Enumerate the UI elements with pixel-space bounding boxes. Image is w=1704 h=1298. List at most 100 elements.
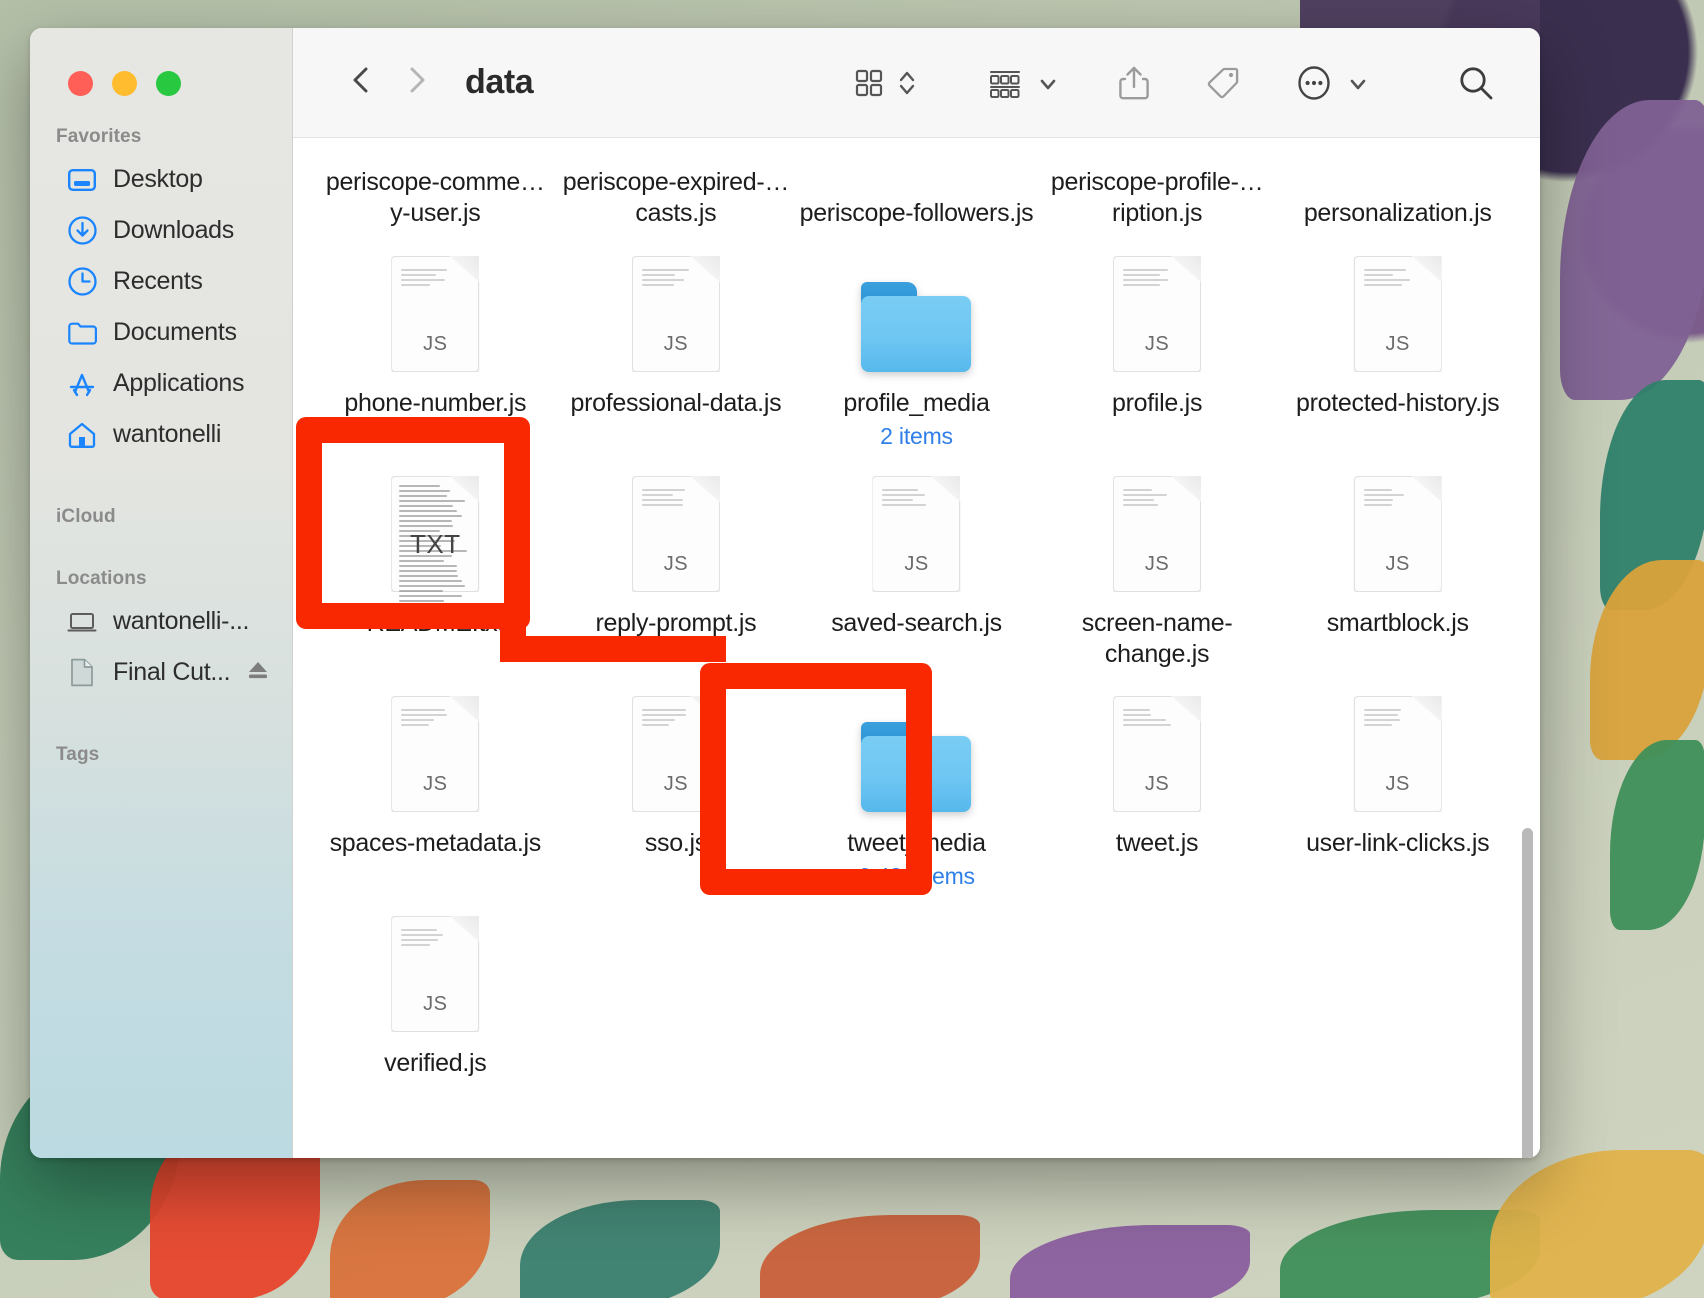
main-pane: data xyxy=(293,28,1540,1158)
js-file-icon: JS xyxy=(1354,464,1442,592)
js-file-icon: JS xyxy=(391,684,479,812)
chevron-up-down-icon xyxy=(897,66,917,100)
file-item[interactable]: periscope-followers.js xyxy=(796,138,1037,234)
file-name-label: spaces-metadata.js xyxy=(330,828,541,859)
sidebar-item-wantonelli-device[interactable]: wantonelli-... xyxy=(40,596,282,647)
js-file-icon: JS xyxy=(391,904,479,1032)
file-item[interactable]: JSverified.js xyxy=(315,894,556,1114)
file-name-label: tweet_media xyxy=(847,828,985,859)
file-name-label: periscope-comme…y-user.js xyxy=(318,167,553,228)
toolbar: data xyxy=(293,28,1540,138)
js-file-icon: JS xyxy=(872,464,960,592)
file-name-label: protected-history.js xyxy=(1296,388,1499,419)
folder-item-count: 6,482 items xyxy=(858,863,975,890)
share-button[interactable] xyxy=(1100,55,1168,111)
js-file-icon: JS xyxy=(1113,464,1201,592)
window-controls xyxy=(30,44,292,96)
file-item[interactable]: periscope-expired-…casts.js xyxy=(556,138,797,234)
file-item[interactable]: JS screen-name-change.js xyxy=(1037,454,1278,674)
view-options-button[interactable] xyxy=(835,55,934,111)
search-icon xyxy=(1457,64,1495,102)
grid-view-icon xyxy=(852,66,886,100)
file-item[interactable]: JStweet.js xyxy=(1037,674,1278,894)
file-grid-container[interactable]: periscope-comme…y-user.jsperiscope-expir… xyxy=(293,138,1540,1158)
applications-icon xyxy=(66,369,98,399)
file-item[interactable]: JSprofile.js xyxy=(1037,234,1278,454)
js-file-icon: JS xyxy=(1354,684,1442,812)
js-file-icon: JS xyxy=(1113,684,1201,812)
file-name-label: user-link-clicks.js xyxy=(1306,828,1489,859)
toolbar-actions xyxy=(835,55,1512,111)
sidebar-item-documents[interactable]: Documents xyxy=(40,307,282,358)
wallpaper-leaf xyxy=(1610,740,1704,930)
file-item[interactable]: JS protected-history.js xyxy=(1277,234,1518,454)
file-name-label: periscope-expired-…casts.js xyxy=(558,167,793,228)
sidebar-item-wantonelli-home[interactable]: wantonelli xyxy=(40,409,282,460)
downloads-icon xyxy=(66,216,98,246)
file-name-label: professional-data.js xyxy=(570,388,781,419)
group-by-button[interactable] xyxy=(970,55,1076,111)
file-item[interactable]: personalization.js xyxy=(1277,138,1518,234)
sidebar-item-downloads[interactable]: Downloads xyxy=(40,205,282,256)
sidebar-item-final-cut[interactable]: Final Cut... xyxy=(40,647,282,698)
ellipsis-circle-icon xyxy=(1295,64,1333,102)
file-item[interactable]: JS sso.js xyxy=(556,674,797,894)
more-actions-button[interactable] xyxy=(1278,55,1386,111)
sidebar-item-applications[interactable]: Applications xyxy=(40,358,282,409)
page-title: data xyxy=(465,63,533,102)
zoom-button[interactable] xyxy=(156,71,181,96)
search-button[interactable] xyxy=(1440,55,1512,111)
file-item[interactable]: JSsaved-search.js xyxy=(796,454,1037,674)
folder-item[interactable]: profile_media2 items xyxy=(796,234,1037,454)
file-item[interactable]: JSphone-number.js xyxy=(315,234,556,454)
file-item[interactable]: JSsmartblock.js xyxy=(1277,454,1518,674)
folder-blue-icon xyxy=(861,244,971,372)
sidebar-section-locations: Locations xyxy=(30,568,292,590)
file-item[interactable]: JSprofessional-data.js xyxy=(556,234,797,454)
file-item[interactable]: periscope-comme…y-user.js xyxy=(315,138,556,234)
js-file-icon: JS xyxy=(391,244,479,372)
file-grid: periscope-comme…y-user.jsperiscope-expir… xyxy=(293,138,1540,1114)
sidebar-item-label: Recents xyxy=(113,267,203,296)
home-icon xyxy=(66,420,98,450)
wallpaper-leaf xyxy=(760,1215,980,1298)
finder-window: Favorites Desktop Downloads Recents Docu… xyxy=(30,28,1540,1158)
vertical-scrollbar[interactable] xyxy=(1522,828,1533,1158)
js-file-icon: JS xyxy=(632,684,720,812)
sidebar-item-recents[interactable]: Recents xyxy=(40,256,282,307)
file-item[interactable]: periscope-profile-…ription.js xyxy=(1037,138,1278,234)
file-item[interactable]: JS user-link-clicks.js xyxy=(1277,674,1518,894)
file-name-label: sso.js xyxy=(645,828,707,859)
js-file-icon: JS xyxy=(632,464,720,592)
share-icon xyxy=(1117,65,1151,101)
file-name-label: personalization.js xyxy=(1304,198,1492,229)
file-name-label: periscope-followers.js xyxy=(800,198,1034,229)
file-name-label: screen-name-change.js xyxy=(1040,608,1275,669)
sidebar-item-label: wantonelli-... xyxy=(113,607,249,636)
close-button[interactable] xyxy=(68,71,93,96)
sidebar-item-desktop[interactable]: Desktop xyxy=(40,154,282,205)
wallpaper-leaf xyxy=(330,1180,490,1298)
eject-icon[interactable] xyxy=(245,659,271,686)
folder-item[interactable]: tweet_media 6,482 items xyxy=(796,674,1037,894)
forward-button[interactable] xyxy=(401,65,431,100)
file-item[interactable]: JS spaces-metadata.js xyxy=(315,674,556,894)
group-by-icon xyxy=(987,66,1023,100)
file-name-label: periscope-profile-…ription.js xyxy=(1040,167,1275,228)
folder-blue-icon xyxy=(861,684,971,812)
back-button[interactable] xyxy=(347,65,377,100)
wallpaper-leaf xyxy=(520,1200,720,1298)
wallpaper-leaf xyxy=(1490,1150,1704,1298)
sidebar-item-label: wantonelli xyxy=(113,420,221,449)
tag-button[interactable] xyxy=(1188,55,1258,111)
chevron-down-icon xyxy=(1037,66,1059,100)
folder-icon xyxy=(66,318,98,348)
js-file-icon: JS xyxy=(1354,244,1442,372)
file-name-label: profile.js xyxy=(1112,388,1202,419)
document-icon xyxy=(66,658,98,688)
sidebar-item-label: Downloads xyxy=(113,216,234,245)
minimize-button[interactable] xyxy=(112,71,137,96)
file-item[interactable]: TXTREADME.txt xyxy=(315,454,556,674)
file-item[interactable]: JSreply-prompt.js xyxy=(556,454,797,674)
sidebar-item-label: Final Cut... xyxy=(113,658,230,687)
